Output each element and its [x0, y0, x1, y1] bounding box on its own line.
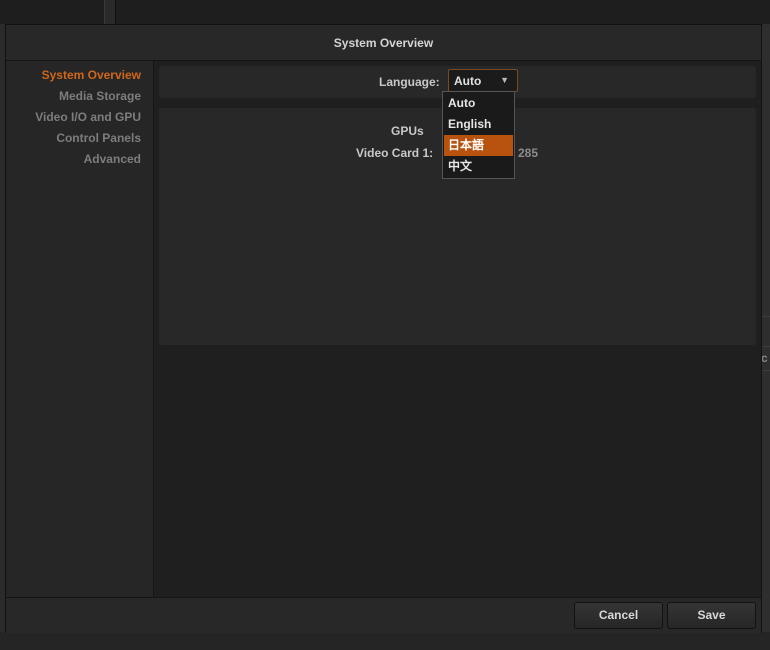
background-divider [762, 346, 770, 347]
sidebar-item-video-io-gpu[interactable]: Video I/O and GPU [6, 107, 153, 128]
dialog-title: System Overview [333, 35, 434, 50]
background-partial-text: c [761, 351, 768, 365]
sidebar-item-media-storage[interactable]: Media Storage [6, 86, 153, 107]
sidebar-item-control-panels[interactable]: Control Panels [6, 128, 153, 149]
language-option-japanese[interactable]: 日本語 [444, 135, 513, 156]
video-card-value: 285 [518, 146, 539, 160]
language-option-chinese[interactable]: 中文 [444, 156, 513, 177]
dropdown-arrow-icon: ▼ [500, 75, 509, 85]
language-option-auto[interactable]: Auto [444, 93, 513, 114]
gpus-heading: GPUs [391, 124, 424, 138]
background-app-bottom [0, 632, 770, 650]
sidebar-item-system-overview[interactable]: System Overview [6, 65, 153, 86]
settings-content: Language: Auto ▼ GPUs Video Card 1: 285 … [154, 61, 761, 597]
language-select-value: Auto [454, 74, 482, 88]
background-app-right [762, 24, 770, 634]
dialog-title-bar: System Overview [6, 25, 761, 61]
background-divider [762, 316, 770, 317]
language-option-english[interactable]: English [444, 114, 513, 135]
dialog-footer: Cancel Save [6, 597, 761, 633]
cancel-button[interactable]: Cancel [574, 602, 663, 629]
language-select[interactable]: Auto ▼ [448, 69, 518, 92]
system-overview-dialog: System Overview System Overview Media St… [5, 24, 762, 633]
language-dropdown-menu: Auto English 日本語 中文 [442, 91, 515, 179]
video-card-label: Video Card 1: [356, 146, 434, 160]
sidebar-item-advanced[interactable]: Advanced [6, 149, 153, 170]
background-splitter [104, 0, 116, 24]
language-label: Language: [379, 75, 440, 89]
settings-sidebar: System Overview Media Storage Video I/O … [6, 61, 154, 597]
background-divider [762, 370, 770, 371]
save-button[interactable]: Save [667, 602, 756, 629]
